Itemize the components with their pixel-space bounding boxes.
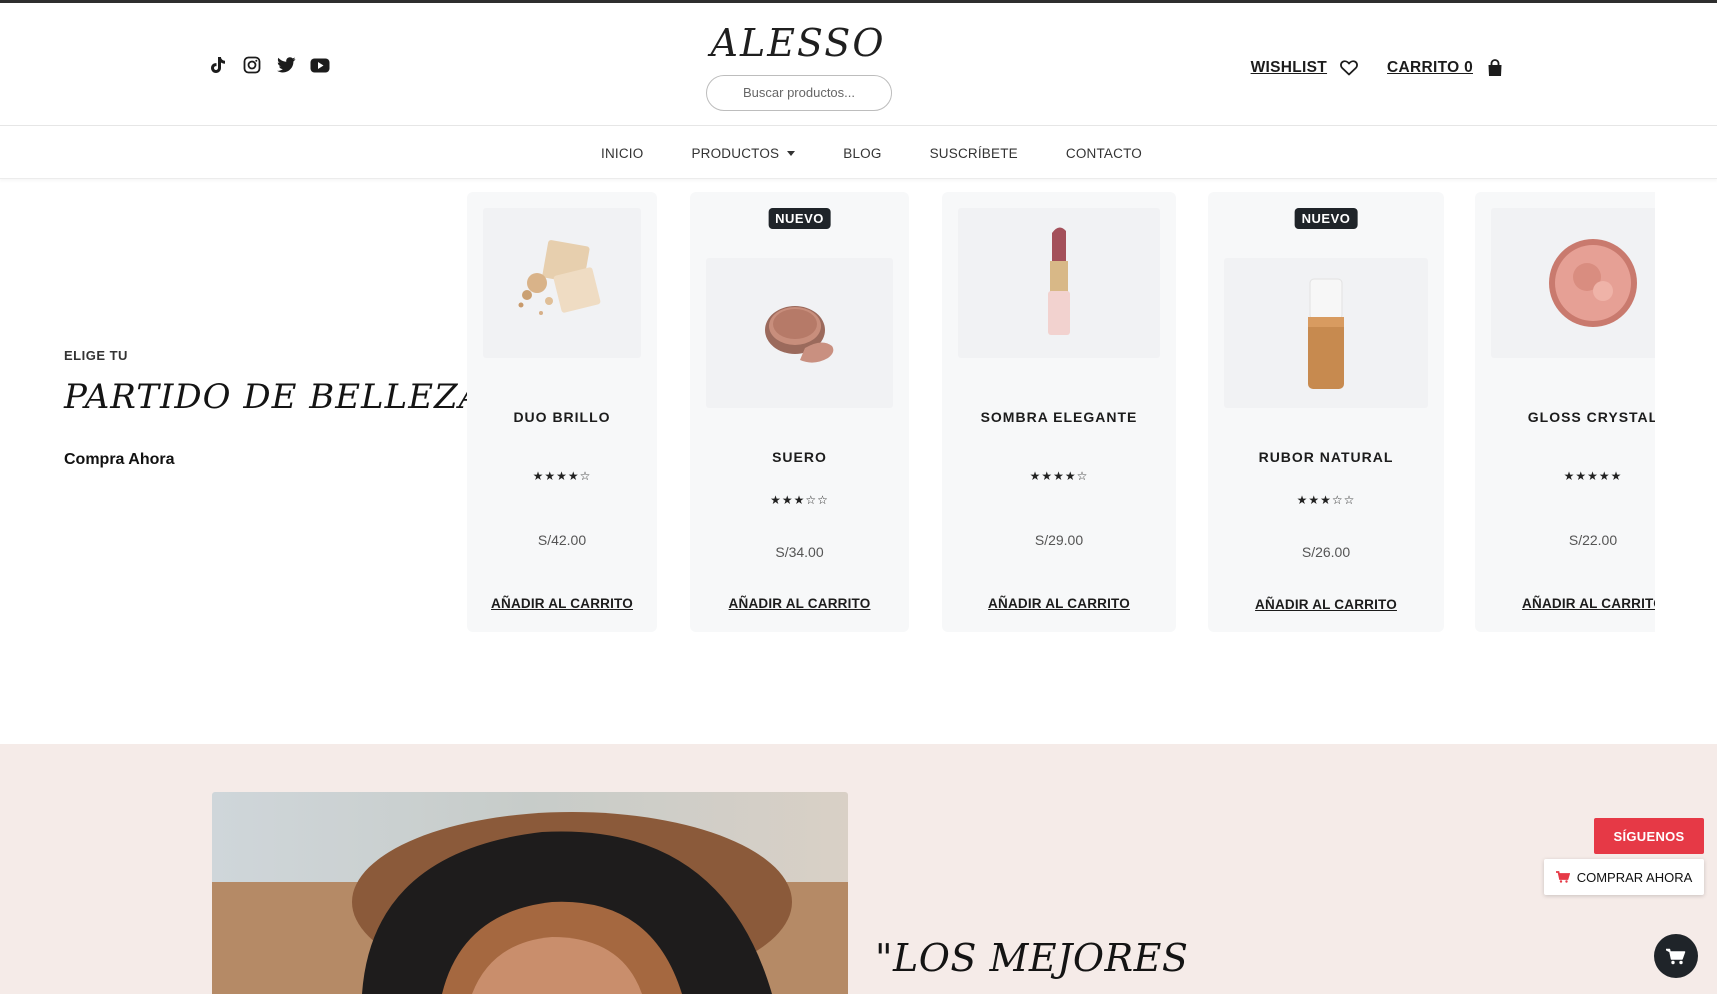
follow-us-button[interactable]: SÍGUENOS — [1594, 818, 1704, 854]
hero-eyebrow: ELIGE TU — [64, 348, 128, 363]
nav-item-productos[interactable]: PRODUCTOS — [691, 145, 796, 161]
hero-text: ELIGE TU PARTIDO DE BELLEZA Compra Ahora — [64, 348, 484, 469]
product-card[interactable]: SOMBRA ELEGANTE ★★★★☆ S/29.00 AÑADIR AL … — [942, 192, 1176, 632]
product-card[interactable]: GLOSS CRYSTAL ★★★★★ S/22.00 AÑADIR AL CA… — [1475, 192, 1655, 632]
product-price: S/26.00 — [1301, 544, 1351, 560]
add-to-cart-button[interactable]: AÑADIR AL CARRITO — [1208, 597, 1444, 612]
shop-now-link[interactable]: Compra Ahora — [64, 451, 484, 469]
wishlist-link[interactable]: WISHLIST — [1251, 59, 1327, 77]
product-price: S/29.00 — [1034, 532, 1084, 548]
cart-link[interactable]: CARRITO 0 — [1387, 59, 1473, 77]
add-to-cart-button[interactable]: AÑADIR AL CARRITO — [1475, 596, 1655, 611]
nav-item-blog[interactable]: BLOG — [843, 146, 881, 161]
product-image[interactable] — [958, 208, 1160, 358]
buy-now-button[interactable]: COMPRAR AHORA — [1544, 859, 1704, 895]
product-image[interactable] — [1491, 208, 1655, 358]
cart-icon — [1666, 948, 1686, 964]
site-header: ALESSO Buscar productos... WISHLIST CARR… — [0, 3, 1717, 126]
nav-label: SUSCRÍBETE — [929, 145, 1018, 161]
add-to-cart-button[interactable]: AÑADIR AL CARRITO — [690, 596, 909, 611]
product-card[interactable]: NUEVO SUERO ★★★☆☆ S/34.00 AÑADIR AL CARR… — [690, 192, 909, 632]
product-price: S/42.00 — [537, 532, 587, 548]
hero-title: PARTIDO DE BELLEZA — [64, 377, 485, 417]
nav-item-inicio[interactable]: INICIO — [601, 146, 643, 161]
nav-label: PRODUCTOS — [691, 145, 780, 161]
product-image[interactable] — [483, 208, 641, 358]
nav-item-contacto[interactable]: CONTACTO — [1066, 146, 1142, 161]
product-name[interactable]: GLOSS CRYSTAL — [1475, 409, 1655, 425]
add-to-cart-button[interactable]: AÑADIR AL CARRITO — [467, 596, 657, 611]
nav-label: CONTACTO — [1065, 145, 1142, 161]
caret-down-icon — [787, 150, 796, 156]
search-input[interactable]: Buscar productos... — [706, 75, 892, 111]
main-nav: INICIO PRODUCTOS BLOG SUSCRÍBETE CONTACT… — [0, 127, 1717, 179]
new-badge: NUEVO — [1294, 208, 1358, 229]
new-badge: NUEVO — [768, 208, 831, 229]
star-rating: ★★★★☆ — [1029, 469, 1089, 483]
product-carousel: DUO BRILLO ★★★★☆ S/42.00 AÑADIR AL CARRI… — [467, 192, 1655, 632]
product-name[interactable]: SOMBRA ELEGANTE — [942, 409, 1176, 425]
product-image[interactable] — [1224, 258, 1428, 408]
product-price: S/34.00 — [775, 544, 824, 560]
account-links: WISHLIST CARRITO 0 — [1251, 58, 1505, 78]
star-rating: ★★★☆☆ — [770, 493, 829, 507]
product-card[interactable]: DUO BRILLO ★★★★☆ S/42.00 AÑADIR AL CARRI… — [467, 192, 657, 632]
product-price: S/22.00 — [1568, 532, 1618, 548]
cart-icon — [1555, 871, 1570, 883]
product-name[interactable]: DUO BRILLO — [467, 409, 657, 425]
nav-item-suscribete[interactable]: SUSCRÍBETE — [930, 146, 1018, 161]
testimonial-section: "LOS MEJORES — [0, 744, 1717, 994]
star-rating: ★★★★★ — [1563, 469, 1623, 483]
product-card[interactable]: NUEVO RUBOR NATURAL ★★★☆☆ S/26.00 AÑADIR… — [1208, 192, 1444, 632]
product-image[interactable] — [706, 258, 893, 408]
star-rating: ★★★★☆ — [532, 469, 592, 483]
star-rating: ★★★☆☆ — [1296, 493, 1356, 507]
heart-icon[interactable] — [1339, 58, 1359, 78]
nav-label: BLOG — [843, 145, 882, 161]
shopping-bag-icon[interactable] — [1485, 58, 1505, 78]
product-name[interactable]: SUERO — [690, 449, 909, 465]
buy-now-label: COMPRAR AHORA — [1576, 869, 1693, 885]
nav-label: INICIO — [601, 145, 644, 161]
product-name[interactable]: RUBOR NATURAL — [1208, 449, 1444, 465]
floating-cart-button[interactable] — [1654, 934, 1698, 978]
add-to-cart-button[interactable]: AÑADIR AL CARRITO — [942, 596, 1176, 611]
testimonial-quote: "LOS MEJORES — [875, 936, 1189, 980]
model-photo — [212, 792, 848, 994]
